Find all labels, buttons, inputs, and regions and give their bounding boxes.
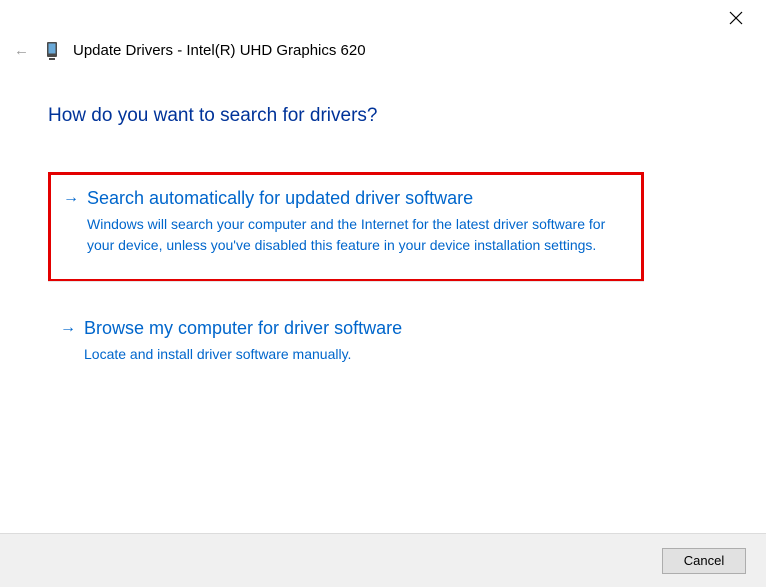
- close-button[interactable]: [724, 6, 748, 30]
- option-browse-title: Browse my computer for driver software: [84, 317, 628, 340]
- device-icon: [45, 41, 59, 61]
- divider: [48, 281, 644, 282]
- dialog-footer: Cancel: [0, 533, 766, 587]
- option-auto-title: Search automatically for updated driver …: [87, 187, 625, 210]
- cancel-button[interactable]: Cancel: [662, 548, 746, 574]
- option-search-automatically[interactable]: → Search automatically for updated drive…: [48, 172, 644, 282]
- option-auto-description: Windows will search your computer and th…: [87, 214, 625, 255]
- option-browse-description: Locate and install driver software manua…: [84, 344, 628, 364]
- dialog-title: Update Drivers - Intel(R) UHD Graphics 6…: [73, 42, 366, 59]
- dialog-header: ← Update Drivers - Intel(R) UHD Graphics…: [12, 40, 366, 61]
- arrow-right-icon: →: [63, 189, 79, 207]
- close-icon: [729, 11, 743, 25]
- option-browse-computer[interactable]: → Browse my computer for driver software…: [48, 305, 644, 381]
- back-arrow-icon[interactable]: ←: [12, 40, 31, 61]
- main-question: How do you want to search for drivers?: [48, 105, 378, 127]
- arrow-right-icon: →: [60, 319, 76, 337]
